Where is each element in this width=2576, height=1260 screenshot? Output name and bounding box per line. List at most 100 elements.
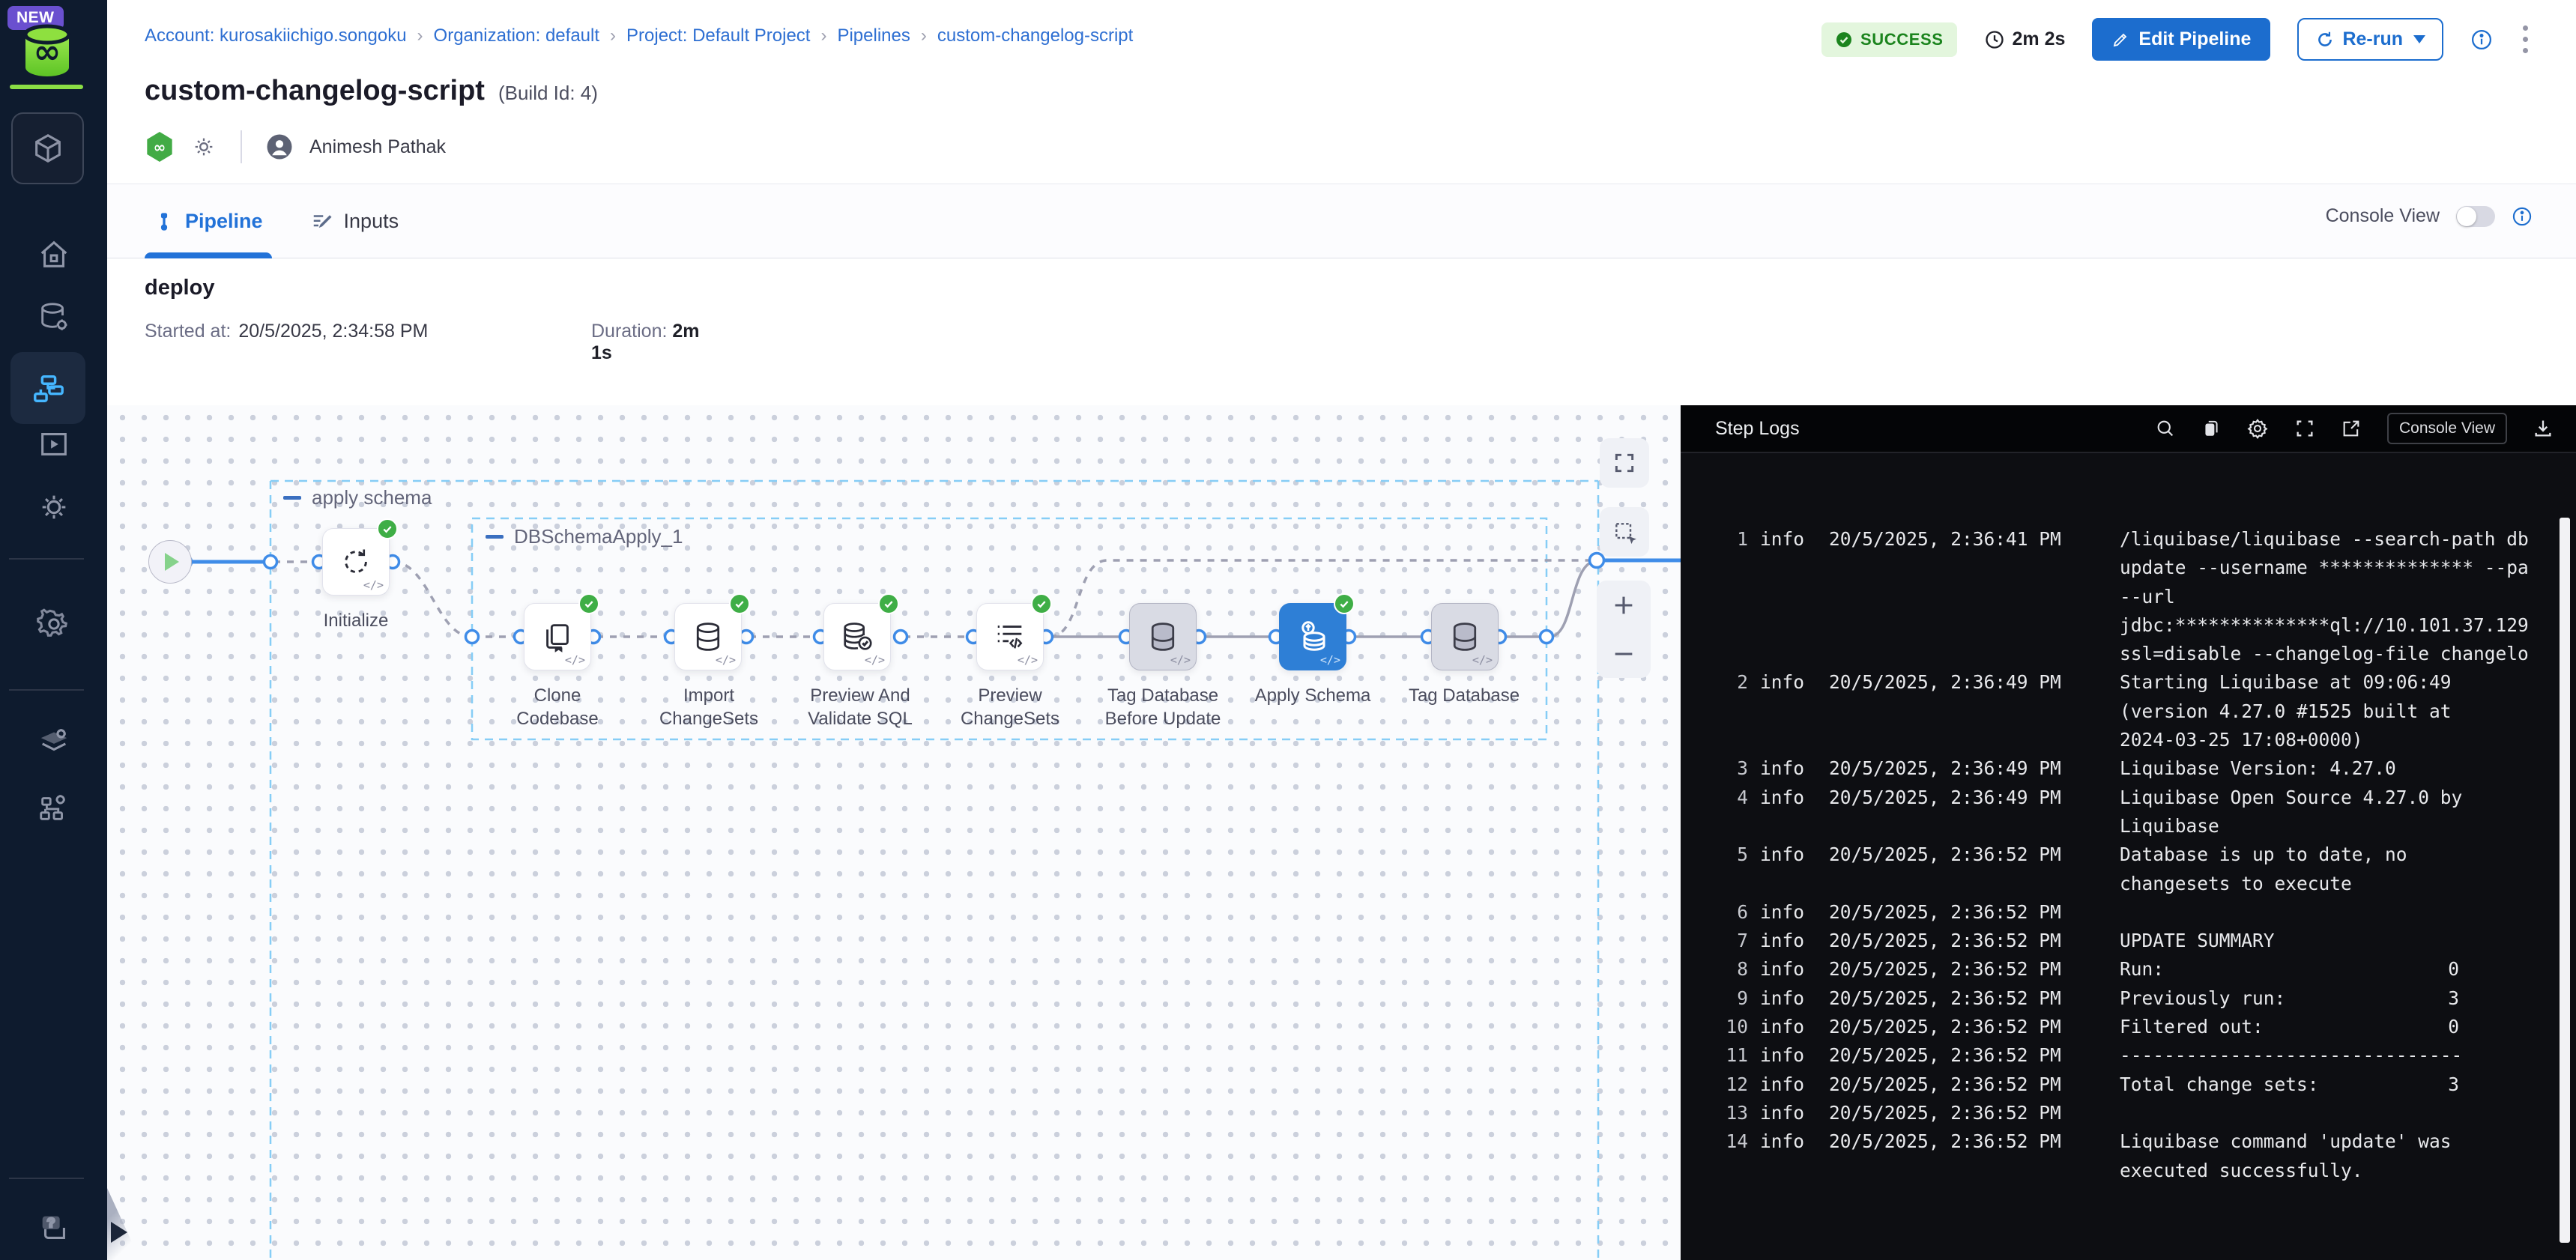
step-label: ImportChangeSets <box>623 684 795 730</box>
sidebar-item-databases[interactable] <box>0 289 107 345</box>
log-message: Previously run:3 <box>2120 984 2576 1013</box>
minus-icon <box>1611 641 1636 667</box>
info-icon[interactable] <box>2512 206 2533 227</box>
step-node-tag-database[interactable]: </> <box>1431 603 1499 670</box>
log-message: Liquibase Open Source 4.27.0 byLiquibase <box>2120 784 2576 841</box>
log-level: info <box>1760 1099 1811 1127</box>
log-level: info <box>1760 927 1811 955</box>
pipeline-settings-gear-icon[interactable] <box>191 134 217 160</box>
log-download-icon[interactable] <box>2533 418 2554 439</box>
log-level: info <box>1760 1127 1811 1156</box>
elapsed-time: 2m 2s <box>1984 28 2066 50</box>
breadcrumb-separator: › <box>417 25 423 46</box>
sidebar-divider <box>9 1178 84 1179</box>
pipeline-start-node[interactable] <box>148 540 192 584</box>
database-upload-icon <box>1295 619 1331 655</box>
log-message: Run:0 <box>2120 955 2576 984</box>
log-row: 5 info 20/5/2025, 2:36:52 PM Database is… <box>1709 840 2576 898</box>
sidebar-item-organization[interactable] <box>0 779 107 835</box>
sidebar-item-home[interactable] <box>0 227 107 282</box>
zoom-in-button[interactable] <box>1597 581 1651 629</box>
breadcrumb-account[interactable]: Account: kurosakiichigo.songoku <box>145 25 407 46</box>
step-node-preview-changesets[interactable]: </> <box>976 603 1044 670</box>
log-timestamp: 20/5/2025, 2:36:49 PM <box>1829 754 2114 783</box>
breadcrumb-pipelines[interactable]: Pipelines <box>837 25 910 46</box>
step-node-initialize[interactable]: </> <box>322 528 390 596</box>
log-timestamp: 20/5/2025, 2:36:52 PM <box>1829 984 2114 1013</box>
log-message: Filtered out:0 <box>2120 1013 2576 1041</box>
harness-dbdevops-logo[interactable]: ∞ <box>21 24 73 82</box>
step-node-import-changesets[interactable]: </> <box>674 603 742 670</box>
step-node-tag-database-before-update[interactable]: </> <box>1129 603 1197 670</box>
breadcrumb-pipeline-name[interactable]: custom-changelog-script <box>937 25 1133 46</box>
log-row: 9 info 20/5/2025, 2:36:52 PM Previously … <box>1709 984 2576 1013</box>
log-search-icon[interactable] <box>2155 418 2176 439</box>
sidebar-item-layers[interactable] <box>0 713 107 769</box>
log-scrollbar[interactable] <box>2560 518 2570 1243</box>
edit-pipeline-button[interactable]: Edit Pipeline <box>2092 18 2270 61</box>
database-icon <box>1448 620 1481 654</box>
log-open-external-icon[interactable] <box>2341 418 2362 439</box>
step-node-clone-codebase[interactable]: </> <box>524 603 591 670</box>
step-label: Initialize <box>270 609 442 632</box>
log-console-view-button[interactable]: Console View <box>2387 413 2507 444</box>
log-level: info <box>1760 955 1811 984</box>
sidebar-item-executions[interactable] <box>0 417 107 472</box>
log-level: info <box>1760 784 1811 812</box>
refresh-icon <box>2315 30 2335 49</box>
executions-icon <box>37 427 71 461</box>
rerun-button[interactable]: Re-run <box>2297 18 2443 61</box>
svg-text:?: ? <box>46 1215 55 1230</box>
log-output[interactable]: 1 info 20/5/2025, 2:36:41 PM /liquibase/… <box>1681 455 2576 1260</box>
expand-panel-arrow[interactable] <box>111 1222 127 1243</box>
sidebar-item-help[interactable]: ? <box>0 1200 107 1256</box>
sync-icon <box>339 545 373 579</box>
database-icon <box>1146 620 1179 654</box>
console-view-toggle[interactable] <box>2456 206 2495 227</box>
zoom-out-button[interactable] <box>1597 629 1651 678</box>
log-row: 6 info 20/5/2025, 2:36:52 PM <box>1709 898 2576 927</box>
log-line-number: 11 <box>1709 1041 1748 1070</box>
breadcrumb: Account: kurosakiichigo.songoku › Organi… <box>145 25 1133 46</box>
more-options-menu[interactable] <box>2520 22 2531 56</box>
collapse-stepgroup-icon[interactable] <box>486 535 504 539</box>
log-fullscreen-icon[interactable] <box>2294 418 2315 439</box>
log-row: 13 info 20/5/2025, 2:36:52 PM <box>1709 1099 2576 1127</box>
log-timestamp: 20/5/2025, 2:36:52 PM <box>1829 1099 2114 1127</box>
log-line-number: 2 <box>1709 668 1748 697</box>
log-timestamp: 20/5/2025, 2:36:52 PM <box>1829 898 2114 927</box>
breadcrumb-project[interactable]: Project: Default Project <box>626 25 810 46</box>
canvas-select-button[interactable] <box>1600 507 1649 557</box>
page-title: custom-changelog-script <box>145 75 485 107</box>
step-success-icon <box>878 593 899 614</box>
console-view-toggle-row: Console View <box>2326 205 2533 227</box>
header-actions: SUCCESS 2m 2s Edit Pipeline Re-run <box>1821 18 2531 61</box>
sidebar-item-pipelines[interactable] <box>10 352 85 424</box>
breadcrumb-org[interactable]: Organization: default <box>434 25 599 46</box>
pipeline-tab-icon <box>154 210 175 233</box>
tab-pipeline[interactable]: Pipeline <box>145 184 272 258</box>
log-settings-icon[interactable] <box>2246 417 2269 440</box>
clock-icon <box>1984 29 2005 50</box>
log-copy-icon[interactable] <box>2201 418 2221 439</box>
stepgroup-label: DBSchemaApply_1 <box>486 525 683 548</box>
step-node-preview-validate-sql[interactable]: </> <box>823 603 891 670</box>
module-switcher-button[interactable] <box>11 112 84 184</box>
canvas-zoom-controls <box>1597 581 1651 678</box>
gear-icon <box>37 490 71 524</box>
database-icon <box>692 620 725 654</box>
step-node-apply-schema[interactable]: </> <box>1279 603 1346 670</box>
sidebar-item-settings[interactable] <box>0 479 107 535</box>
canvas-fullscreen-button[interactable] <box>1600 438 1649 488</box>
sidebar-item-project-settings[interactable] <box>0 596 107 652</box>
breadcrumb-separator: › <box>610 25 616 46</box>
step-success-icon <box>1334 593 1355 614</box>
collapse-group-icon[interactable] <box>283 496 301 500</box>
top-header: Account: kurosakiichigo.songoku › Organi… <box>107 0 2576 72</box>
log-message: /liquibase/liquibase --search-path dbupd… <box>2120 525 2576 668</box>
log-message: Liquibase command 'update' wasexecuted s… <box>2120 1127 2576 1185</box>
tab-inputs[interactable]: Inputs <box>302 184 408 258</box>
info-icon[interactable] <box>2470 28 2493 51</box>
log-message: Starting Liquibase at 09:06:49(version 4… <box>2120 668 2576 754</box>
pipeline-canvas[interactable]: apply schema DBSchemaApply_1 </> Initial… <box>107 405 1681 1260</box>
